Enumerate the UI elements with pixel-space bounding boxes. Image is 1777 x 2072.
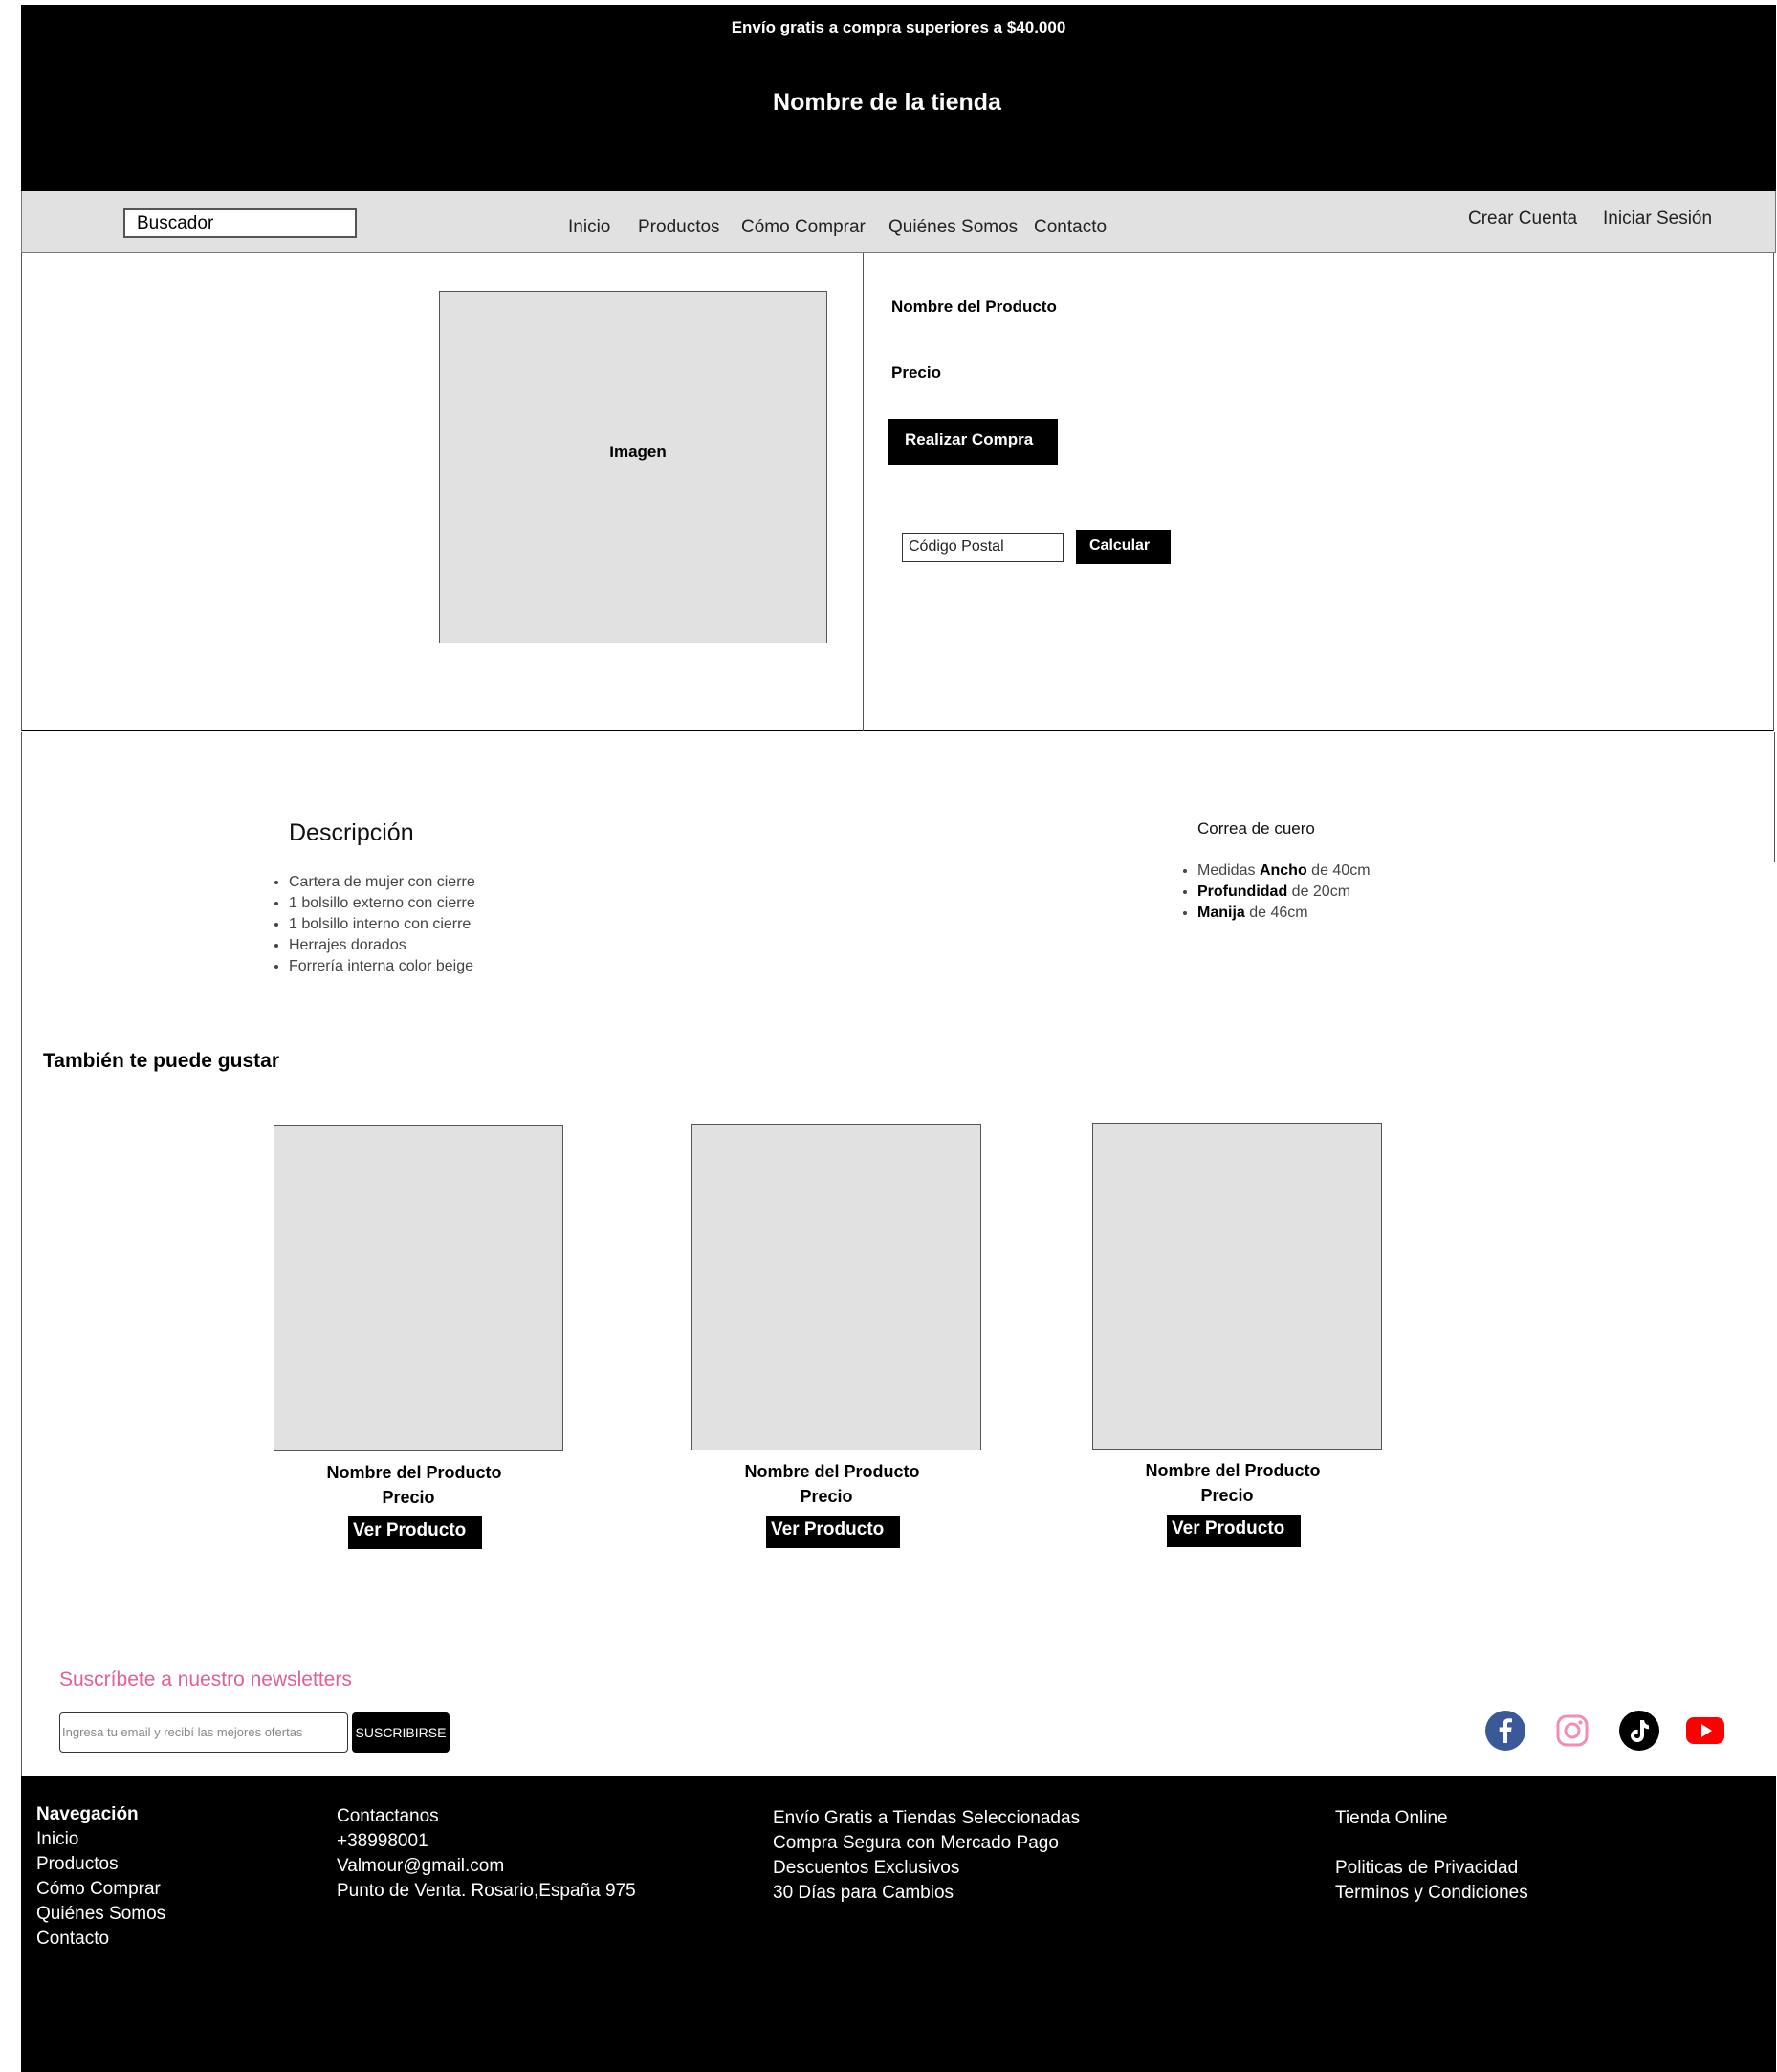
related-title: También te puede gustar	[43, 1050, 279, 1072]
footer-terms-link[interactable]: Terminos y Condiciones	[1335, 1881, 1528, 1906]
related-product-image[interactable]	[274, 1125, 563, 1451]
footer-contact-title: Contactanos	[337, 1806, 439, 1826]
top-header: Envío gratis a compra superiores a $40.0…	[21, 5, 1776, 191]
right-border	[1774, 732, 1775, 862]
search-input[interactable]: Buscador	[123, 208, 357, 238]
nav-link-quienes-somos[interactable]: Quiénes Somos	[888, 217, 1018, 238]
description-list: Cartera de mujer con cierre 1 bolsillo e…	[270, 872, 475, 977]
footer-address: Punto de Venta. Rosario,España 975	[337, 1881, 636, 1901]
list-item: Cartera de mujer con cierre	[289, 872, 475, 893]
footer-email[interactable]: Valmour@gmail.com	[337, 1854, 636, 1879]
footer-privacy-link[interactable]: Politicas de Privacidad	[1335, 1856, 1528, 1881]
footer-store-link[interactable]: Tienda Online	[1335, 1806, 1528, 1831]
product-divider	[863, 253, 864, 731]
list-item: 1 bolsillo interno con cierre	[289, 914, 475, 935]
product-price: Precio	[891, 363, 941, 382]
view-product-button[interactable]: Ver Producto	[1167, 1515, 1301, 1547]
footer-benefit: Descuentos Exclusivos	[773, 1858, 960, 1878]
tiktok-icon[interactable]	[1619, 1711, 1659, 1751]
newsletter-email-input[interactable]: Ingresa tu email y recibí las mejores of…	[59, 1712, 348, 1753]
buy-button[interactable]: Realizar Compra	[888, 419, 1058, 465]
nav-link-como-comprar[interactable]: Cómo Comprar	[741, 217, 866, 238]
footer-benefit: Compra Segura con Mercado Pago	[773, 1833, 1059, 1853]
list-item: Profundidad de 20cm	[1197, 882, 1371, 903]
postal-code-input[interactable]: Código Postal	[902, 533, 1064, 562]
list-item: Forrería interna color beige	[289, 956, 475, 977]
related-product-name: Nombre del Producto	[744, 1462, 920, 1481]
product-name: Nombre del Producto	[891, 297, 1057, 316]
footer-link-contacto[interactable]: Contacto	[36, 1927, 165, 1952]
nav-link-productos[interactable]: Productos	[638, 217, 720, 238]
footer-link-quienes-somos[interactable]: Quiénes Somos	[36, 1902, 165, 1927]
related-product-name: Nombre del Producto	[1145, 1461, 1321, 1480]
footer-phone: +38998001	[337, 1831, 428, 1851]
footer-link-inicio[interactable]: Inicio	[36, 1827, 165, 1852]
newsletter-title: Suscríbete a nuestro newsletters	[59, 1669, 352, 1690]
create-account-link[interactable]: Crear Cuenta	[1468, 208, 1577, 229]
related-product-name: Nombre del Producto	[326, 1463, 502, 1482]
list-item: Medidas Ancho de 40cm	[1197, 861, 1371, 882]
view-product-button[interactable]: Ver Producto	[766, 1516, 900, 1548]
footer-contact: Contactanos +38998001 Valmour@gmail.com …	[337, 1804, 636, 1904]
product-image: Imagen	[439, 291, 827, 643]
nav-link-inicio[interactable]: Inicio	[568, 217, 610, 238]
calculate-button[interactable]: Calcular	[1076, 530, 1171, 564]
facebook-icon[interactable]	[1485, 1711, 1525, 1751]
list-item: Herrajes dorados	[289, 935, 475, 956]
footer-benefit: 30 Días para Cambios	[773, 1883, 954, 1903]
product-image-label: Imagen	[609, 443, 667, 461]
list-item: Manija de 46cm	[1197, 903, 1371, 924]
footer-store: Tienda Online Politicas de Privacidad Te…	[1335, 1806, 1528, 1906]
promo-banner: Envío gratis a compra superiores a $40.0…	[731, 18, 1066, 36]
store-name[interactable]: Nombre de la tienda	[10, 89, 1765, 117]
related-product-image[interactable]	[691, 1124, 981, 1450]
footer-link-productos[interactable]: Productos	[36, 1852, 165, 1877]
related-product-price: Precio	[382, 1488, 435, 1507]
footer-benefits: Envío Gratis a Tiendas Seleccionadas Com…	[773, 1806, 1080, 1906]
related-product-price: Precio	[800, 1487, 853, 1506]
footer: Navegación Inicio Productos Cómo Comprar…	[21, 1776, 1776, 2072]
nav-link-contacto[interactable]: Contacto	[1034, 217, 1107, 238]
product-section	[21, 253, 1774, 731]
footer-link-como-comprar[interactable]: Cómo Comprar	[36, 1877, 165, 1902]
description-title: Descripción	[289, 819, 414, 846]
login-link[interactable]: Iniciar Sesión	[1603, 208, 1712, 229]
related-product-price: Precio	[1200, 1486, 1254, 1505]
nav-bar: Buscador Inicio Productos Cómo Comprar Q…	[21, 191, 1776, 253]
specs-list: Medidas Ancho de 40cm Profundidad de 20c…	[1178, 861, 1371, 924]
subscribe-button[interactable]: SUSCRIBIRSE	[352, 1712, 450, 1753]
footer-benefit: Envío Gratis a Tiendas Seleccionadas	[773, 1808, 1081, 1828]
footer-nav: Navegación Inicio Productos Cómo Comprar…	[36, 1802, 165, 1952]
youtube-icon[interactable]	[1685, 1711, 1725, 1751]
specs-title: Correa de cuero	[1197, 819, 1315, 838]
related-product-image[interactable]	[1092, 1123, 1382, 1450]
left-border	[21, 732, 22, 1784]
footer-nav-title: Navegación	[36, 1804, 139, 1824]
instagram-icon[interactable]	[1552, 1711, 1592, 1751]
list-item: 1 bolsillo externo con cierre	[289, 893, 475, 914]
view-product-button[interactable]: Ver Producto	[348, 1516, 482, 1549]
